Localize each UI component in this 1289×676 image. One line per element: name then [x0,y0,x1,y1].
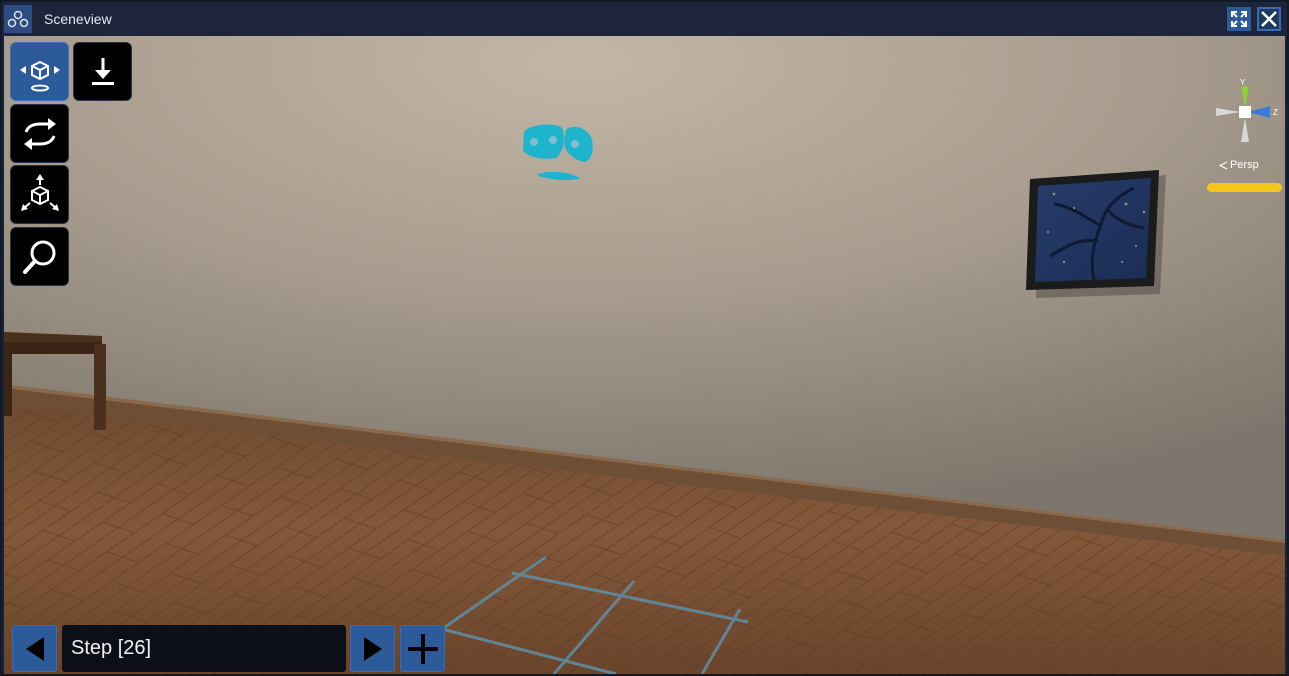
close-button[interactable] [1257,7,1281,31]
gizmo-z-label: Z [1273,108,1278,117]
add-step-button[interactable] [400,625,445,672]
gizmo-x-neg-axis [1216,108,1240,116]
title-bar: Sceneview [2,2,1287,36]
cluster-icon [4,5,32,33]
scale-tool-button[interactable] [10,165,69,224]
prev-step-button[interactable] [12,625,57,672]
close-icon [1261,11,1277,27]
maximize-icon [1231,11,1247,27]
download-icon [91,57,114,85]
step-indicator: Step [26] [62,625,346,672]
triangle-left-icon [25,636,44,661]
orientation-gizmo[interactable]: Y Z [1212,76,1282,151]
sceneview-window: Sceneview Y Z Persp Step [26] [0,0,1289,676]
zoom-tool-button[interactable] [10,227,69,286]
step-text: Step [26] [71,637,152,659]
perspective-icon [1219,160,1228,170]
rotate-tool-button[interactable] [10,104,69,163]
gizmo-y-neg-axis [1241,118,1249,142]
plus-icon [407,633,438,664]
gizmo-center [1239,106,1251,118]
window-title: Sceneview [44,11,112,27]
projection-indicator-bar [1207,183,1282,192]
projection-label: Persp [1230,159,1259,171]
scene-render [4,36,1285,674]
gizmo-y-label: Y [1240,78,1246,87]
projection-toggle[interactable]: Persp [1219,159,1259,171]
move-tool-button[interactable] [10,42,69,101]
next-step-button[interactable] [350,625,395,672]
maximize-button[interactable] [1227,7,1251,31]
triangle-right-icon [363,636,382,661]
wall-painting [1026,170,1166,298]
scene-viewport[interactable]: Y Z Persp [4,36,1285,674]
move-object-icon [19,60,60,91]
scale-icon [20,173,59,211]
download-button[interactable] [73,42,132,101]
magnifier-icon [22,240,55,274]
rotate-icon [23,117,56,150]
gizmo-z-axis [1248,106,1270,118]
